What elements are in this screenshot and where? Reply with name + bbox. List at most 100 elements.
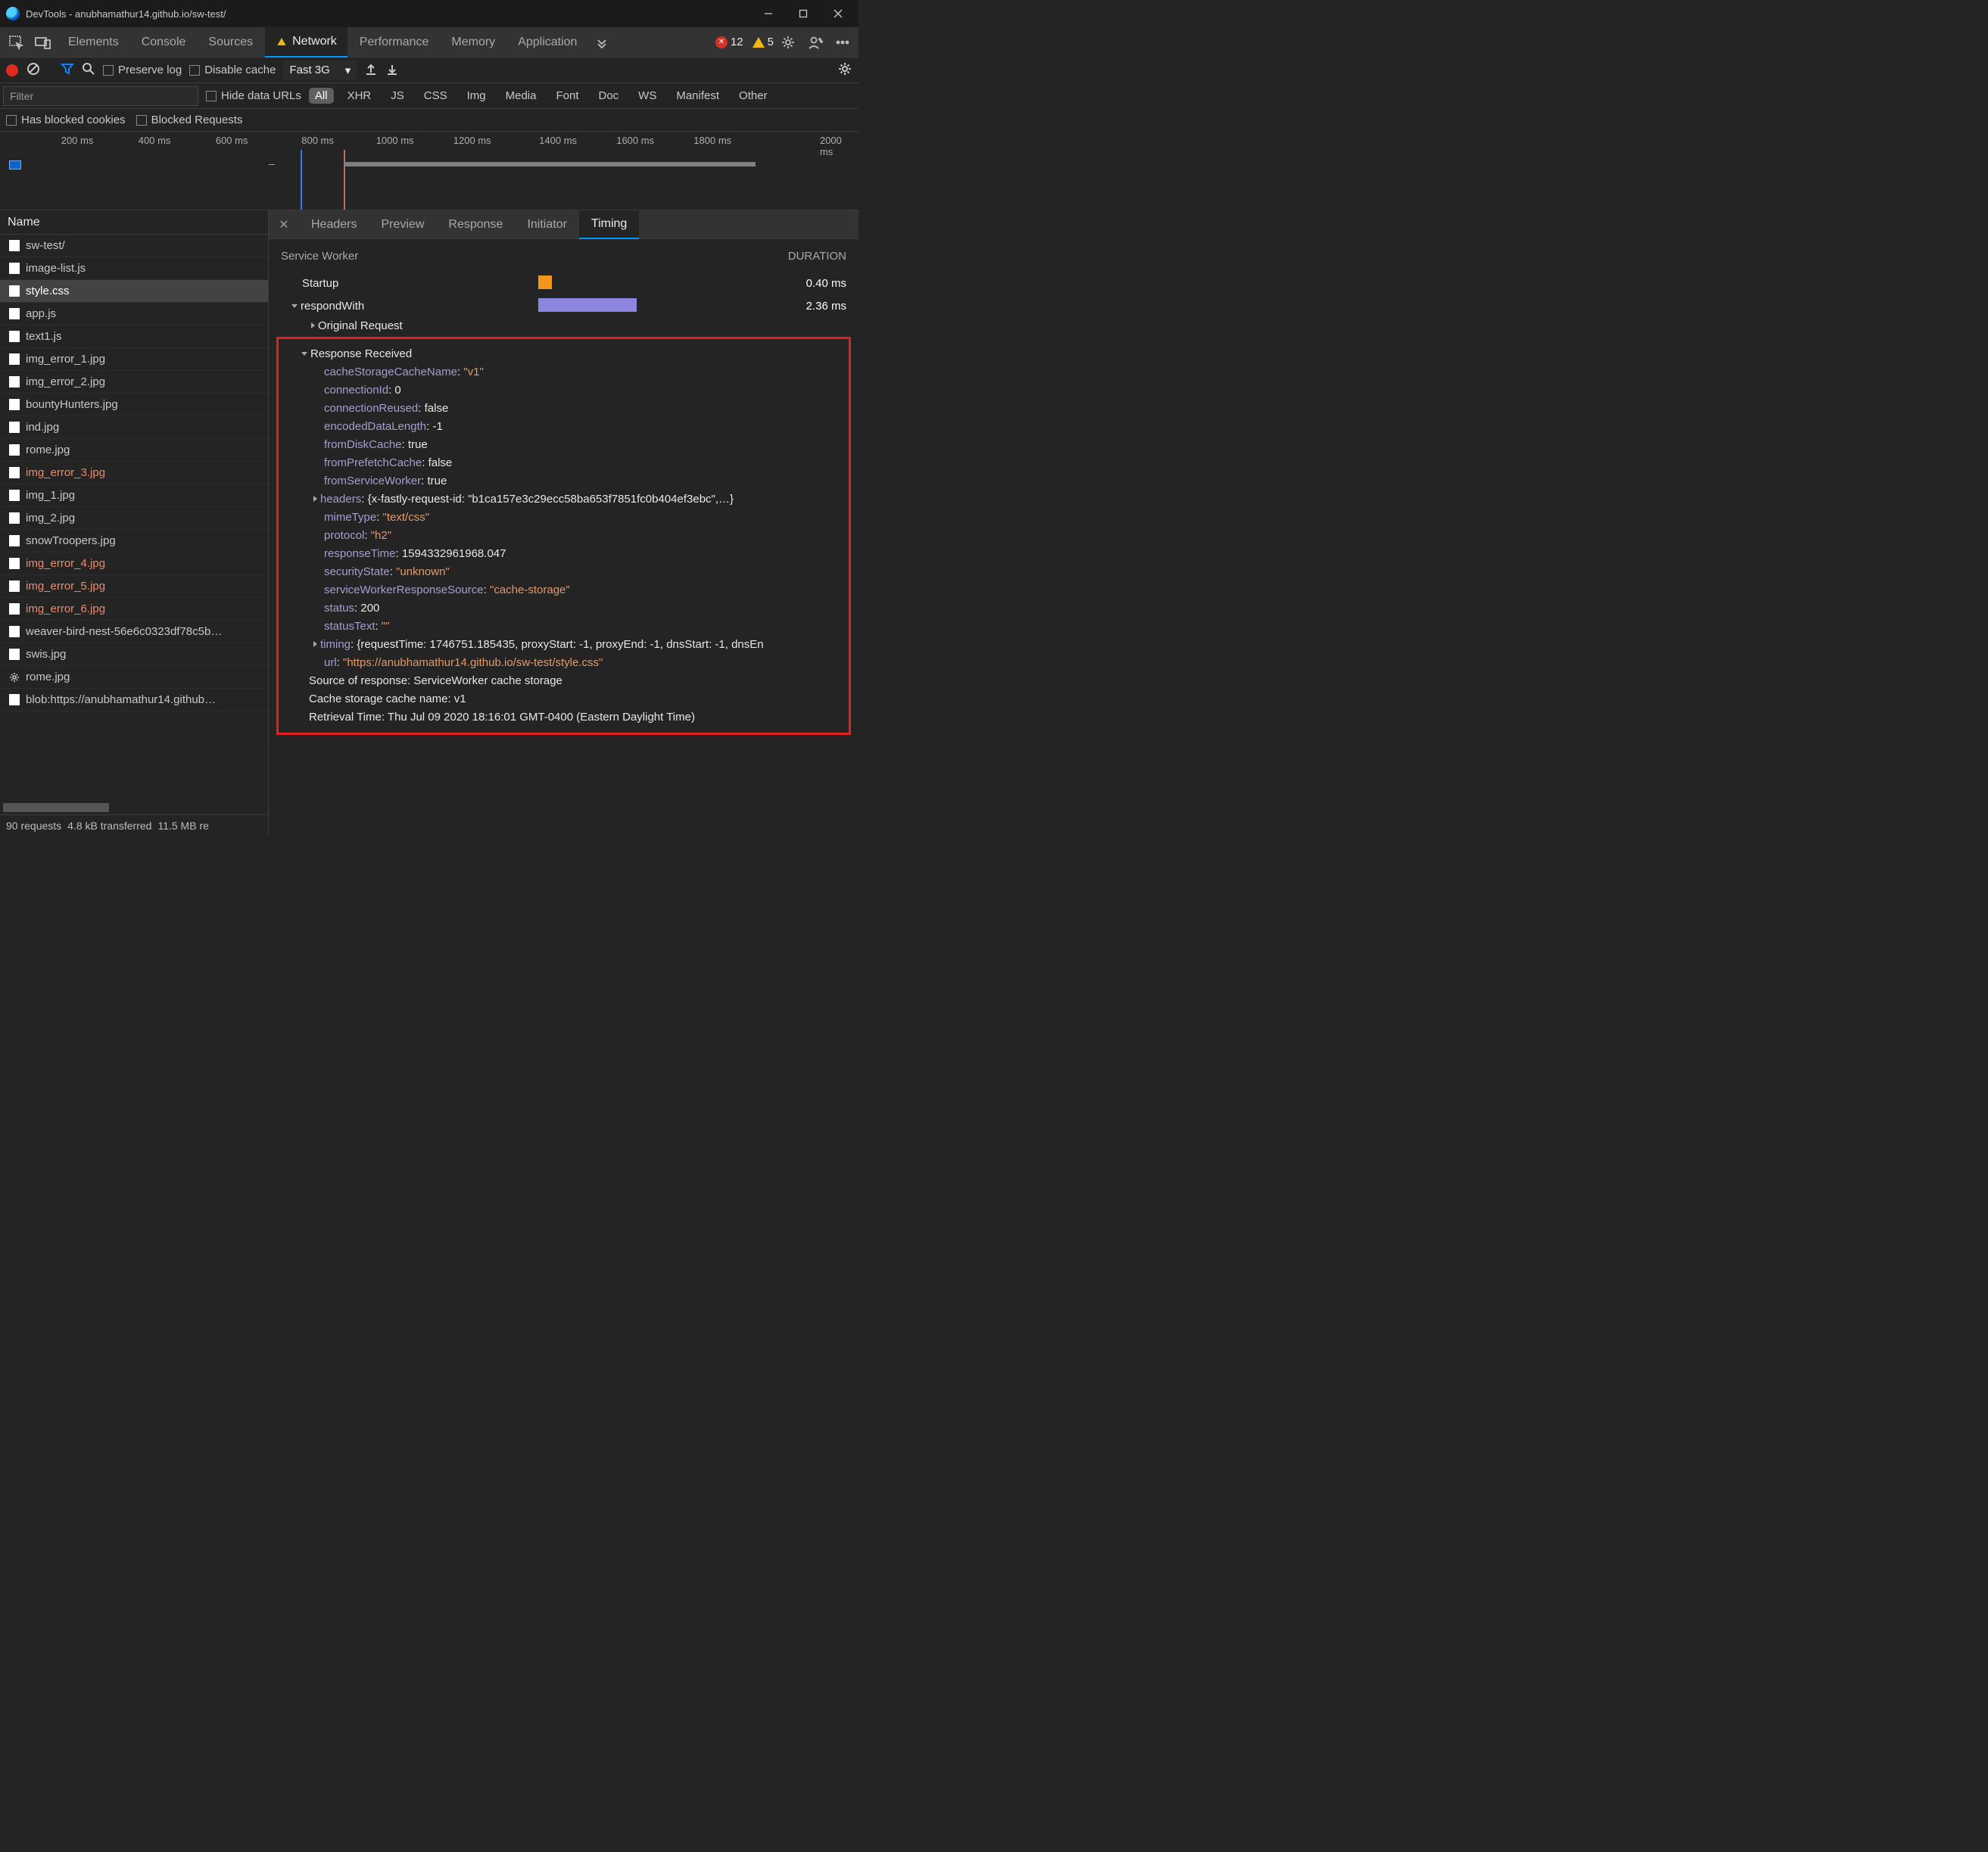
disable-cache-checkbox[interactable]: Disable cache <box>189 64 276 76</box>
account-icon[interactable] <box>802 30 828 55</box>
request-row[interactable]: weaver-bird-nest-56e6c0323df78c5b… <box>0 621 268 643</box>
tab-sources[interactable]: Sources <box>198 27 263 58</box>
preserve-log-checkbox[interactable]: Preserve log <box>103 64 182 76</box>
maximize-button[interactable] <box>786 0 821 27</box>
file-icon <box>9 308 20 319</box>
request-row[interactable]: sw-test/ <box>0 235 268 257</box>
error-icon: ✕ <box>715 36 728 48</box>
tick-label: 1200 ms <box>453 135 491 146</box>
kebab-menu-icon[interactable] <box>830 30 855 55</box>
upload-har-icon[interactable] <box>364 62 378 78</box>
overview-selection-thumb[interactable] <box>9 160 21 170</box>
request-row[interactable]: img_error_2.jpg <box>0 371 268 394</box>
kv-connectionid: connectionId: 0 <box>283 381 844 400</box>
cache-storage-cache-name: Cache storage cache name: v1 <box>283 690 844 708</box>
response-received-row[interactable]: Response Received <box>283 345 844 363</box>
chip-manifest[interactable]: Manifest <box>670 88 725 104</box>
original-request-row[interactable]: Original Request <box>281 317 846 335</box>
detail-tabs: ✕ Headers Preview Response Initiator Tim… <box>269 210 858 239</box>
request-row[interactable]: rome.jpg <box>0 439 268 462</box>
tab-timing[interactable]: Timing <box>579 210 639 239</box>
tab-console[interactable]: Console <box>131 27 197 58</box>
tab-memory[interactable]: Memory <box>441 27 506 58</box>
minimize-button[interactable] <box>751 0 786 27</box>
chip-img[interactable]: Img <box>461 88 492 104</box>
request-row[interactable]: text1.js <box>0 325 268 348</box>
blocked-requests-checkbox[interactable]: Blocked Requests <box>136 114 243 126</box>
more-tabs-icon[interactable] <box>589 30 615 55</box>
network-settings-icon[interactable] <box>837 61 852 79</box>
tab-initiator[interactable]: Initiator <box>515 210 578 239</box>
throttling-select[interactable]: Fast 3G▾ <box>283 61 357 80</box>
chip-all[interactable]: All <box>309 88 334 104</box>
request-row[interactable]: img_2.jpg <box>0 507 268 530</box>
name-column-header[interactable]: Name <box>0 210 268 235</box>
request-row[interactable]: style.css <box>0 280 268 303</box>
close-button[interactable] <box>821 0 855 27</box>
chip-js[interactable]: JS <box>385 88 410 104</box>
domcontentloaded-marker <box>301 150 302 210</box>
request-row[interactable]: img_1.jpg <box>0 484 268 507</box>
request-list-pane: Name sw-test/image-list.jsstyle.css app.j… <box>0 210 269 836</box>
tab-performance[interactable]: Performance <box>349 27 440 58</box>
request-row[interactable]: img_error_4.jpg <box>0 552 268 575</box>
issue-counts[interactable]: ✕ 12 5 <box>715 36 774 48</box>
settings-icon[interactable] <box>775 30 801 55</box>
request-row[interactable]: img_error_3.jpg <box>0 462 268 484</box>
request-row[interactable]: swis.jpg <box>0 643 268 666</box>
tick-label: 2000 ms <box>820 135 846 157</box>
hide-data-urls-checkbox[interactable]: Hide data URLs <box>206 89 301 102</box>
request-row[interactable]: snowTroopers.jpg <box>0 530 268 552</box>
kv-encodeddatalength: encodedDataLength: -1 <box>283 418 844 436</box>
detail-pane: ✕ Headers Preview Response Initiator Tim… <box>269 210 858 836</box>
inspect-icon[interactable] <box>3 30 29 55</box>
chip-xhr[interactable]: XHR <box>341 88 378 104</box>
tab-application[interactable]: Application <box>507 27 587 58</box>
file-icon <box>9 694 20 705</box>
request-name: rome.jpg <box>26 671 70 683</box>
file-icon <box>9 649 20 660</box>
kv-timing[interactable]: timing: {requestTime: 1746751.185435, pr… <box>283 636 844 654</box>
request-row[interactable]: image-list.js <box>0 257 268 280</box>
chip-css[interactable]: CSS <box>418 88 453 104</box>
chip-ws[interactable]: WS <box>632 88 662 104</box>
request-name: sw-test/ <box>26 239 65 252</box>
device-toggle-icon[interactable] <box>30 30 56 55</box>
download-har-icon[interactable] <box>385 62 399 78</box>
request-row[interactable]: blob:https://anubhamathur14.github… <box>0 689 268 711</box>
tab-preview[interactable]: Preview <box>369 210 436 239</box>
request-row[interactable]: img_error_6.jpg <box>0 598 268 621</box>
tab-headers[interactable]: Headers <box>299 210 369 239</box>
request-row[interactable]: ind.jpg <box>0 416 268 439</box>
kv-headers[interactable]: headers: {x-fastly-request-id: "b1ca157e… <box>283 490 844 509</box>
app-logo-icon <box>6 7 20 20</box>
file-icon <box>9 263 20 274</box>
request-list[interactable]: sw-test/image-list.jsstyle.css app.js text… <box>0 235 268 801</box>
request-row[interactable]: bountyHunters.jpg <box>0 394 268 416</box>
filter-input[interactable]: Filter <box>3 86 198 106</box>
record-button[interactable] <box>6 64 18 76</box>
timing-row-respondwith[interactable]: respondWith 2.36 ms <box>281 294 846 317</box>
search-icon[interactable] <box>82 62 95 78</box>
waterfall-overview[interactable]: 200 ms 400 ms 600 ms 800 ms 1000 ms 1200… <box>0 132 858 210</box>
chip-doc[interactable]: Doc <box>592 88 625 104</box>
chip-other[interactable]: Other <box>733 88 774 104</box>
tab-elements[interactable]: Elements <box>58 27 129 58</box>
clear-button[interactable] <box>26 61 41 79</box>
tab-network[interactable]: Network <box>265 27 347 58</box>
has-blocked-cookies-checkbox[interactable]: Has blocked cookies <box>6 114 126 126</box>
filter-toggle-icon[interactable] <box>61 62 74 78</box>
status-resources: 11.5 MB re <box>157 820 208 832</box>
request-row[interactable]: img_error_5.jpg <box>0 575 268 598</box>
load-marker <box>344 150 345 210</box>
close-details-icon[interactable]: ✕ <box>269 217 299 232</box>
tab-response[interactable]: Response <box>436 210 515 239</box>
request-name: app.js <box>26 307 56 320</box>
request-row[interactable]: app.js <box>0 303 268 325</box>
request-name: img_1.jpg <box>26 489 75 502</box>
request-row[interactable]: rome.jpg <box>0 666 268 689</box>
chip-font[interactable]: Font <box>550 88 584 104</box>
request-row[interactable]: img_error_1.jpg <box>0 348 268 371</box>
horizontal-scrollbar[interactable] <box>0 801 268 814</box>
chip-media[interactable]: Media <box>500 88 543 104</box>
